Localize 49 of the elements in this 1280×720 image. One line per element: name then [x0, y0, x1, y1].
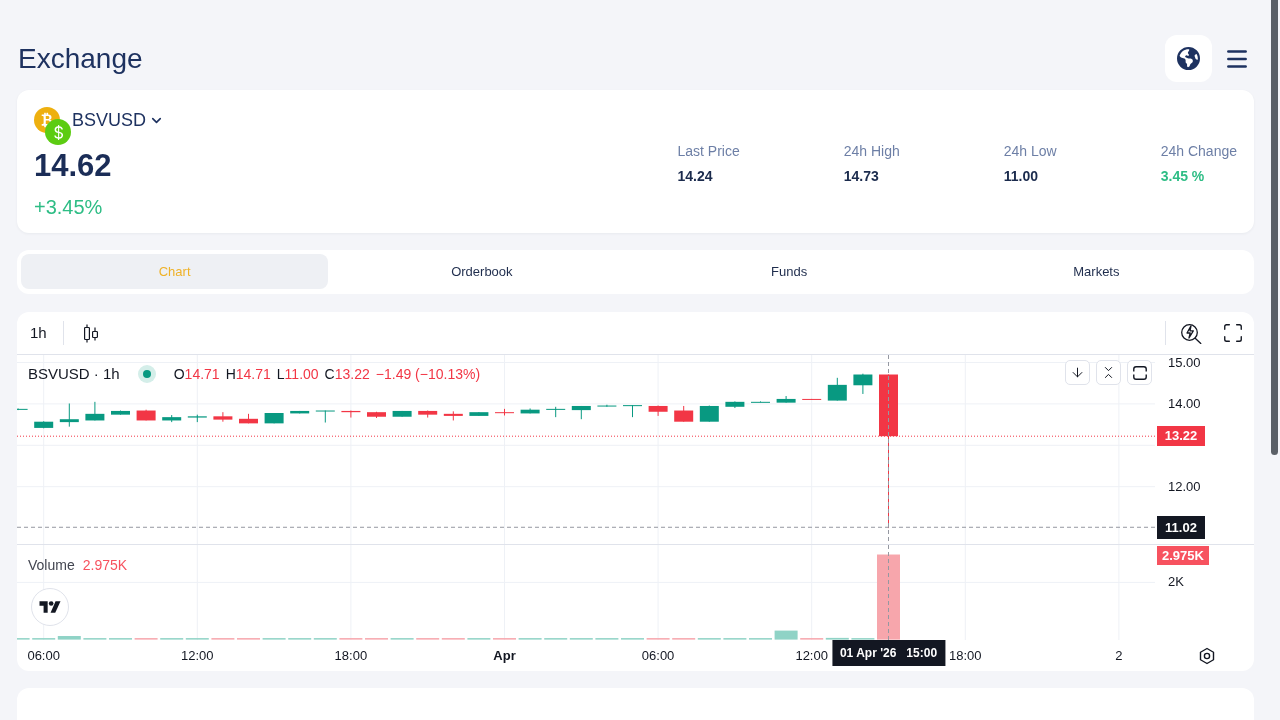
fullscreen-icon	[1222, 322, 1244, 344]
stat-label: 24h Change	[1160, 141, 1237, 161]
stat-value: 3.45 %	[1160, 166, 1206, 186]
time-label: Apr	[493, 648, 516, 664]
time-label: 18:00	[949, 648, 982, 664]
time-label: 12:00	[181, 648, 214, 664]
frame-icon	[1131, 365, 1148, 380]
price-tick: 14.00	[1168, 395, 1201, 412]
stat-label: 24h High	[843, 141, 900, 161]
chart-settings-button[interactable]	[1197, 645, 1217, 666]
time-label: 06:00	[27, 648, 60, 664]
time-label: 06:00	[641, 648, 675, 664]
stat-value: 11.00	[1003, 166, 1040, 186]
price-tick: 12.00	[1168, 478, 1201, 495]
ohlc-reading: C13.22	[324, 364, 370, 384]
volume-tick: 2K	[1168, 574, 1184, 591]
price-change: +3.45%	[34, 195, 104, 219]
dollar-coin-icon	[45, 119, 71, 145]
magnifier-bolt-icon	[1180, 322, 1202, 344]
time-label: 18:00	[334, 648, 368, 664]
legend-symbol: BSVUSD · 1h	[28, 363, 120, 384]
scrollbar-thumb[interactable]	[1271, 0, 1278, 455]
price-tick: 15.00	[1168, 354, 1201, 371]
stat-value: 14.24	[677, 166, 714, 186]
interval-button[interactable]: 1h	[17, 316, 60, 350]
last-price-label: 13.22	[1157, 426, 1205, 447]
scroll-to-latest-button[interactable]	[1065, 360, 1090, 385]
globe-icon	[1177, 47, 1200, 70]
price-change: −1.49 (−10.13%)	[375, 364, 481, 384]
page-title: Exchange	[17, 41, 143, 76]
time-label: 12:00	[795, 648, 828, 664]
stat-label: 24h Low	[1003, 141, 1057, 161]
ohlc-reading: L11.00	[276, 364, 319, 384]
price-value: 14.62	[34, 148, 113, 184]
stat-value: 14.73	[843, 166, 880, 186]
time-label: 2	[1115, 648, 1123, 664]
ohlc-reading: O14.71	[173, 364, 220, 384]
volume-value-label: 2.975K	[1157, 546, 1209, 565]
reset-view-button[interactable]	[1127, 360, 1152, 385]
fit-scale-button[interactable]	[1096, 360, 1121, 385]
pair-selector[interactable]: BSVUSD	[72, 107, 165, 133]
settings-icon	[1198, 646, 1216, 665]
candlestick-icon	[82, 323, 99, 343]
stat-label: Last Price	[677, 141, 740, 161]
arrow-down-icon	[1070, 365, 1085, 380]
ohlc-reading: H14.71	[225, 364, 271, 384]
language-button[interactable]	[1165, 35, 1212, 82]
crosshair-price-label: 11.02	[1157, 515, 1205, 539]
crosshair-time-label: 01 Apr '26 15:00	[831, 640, 946, 666]
